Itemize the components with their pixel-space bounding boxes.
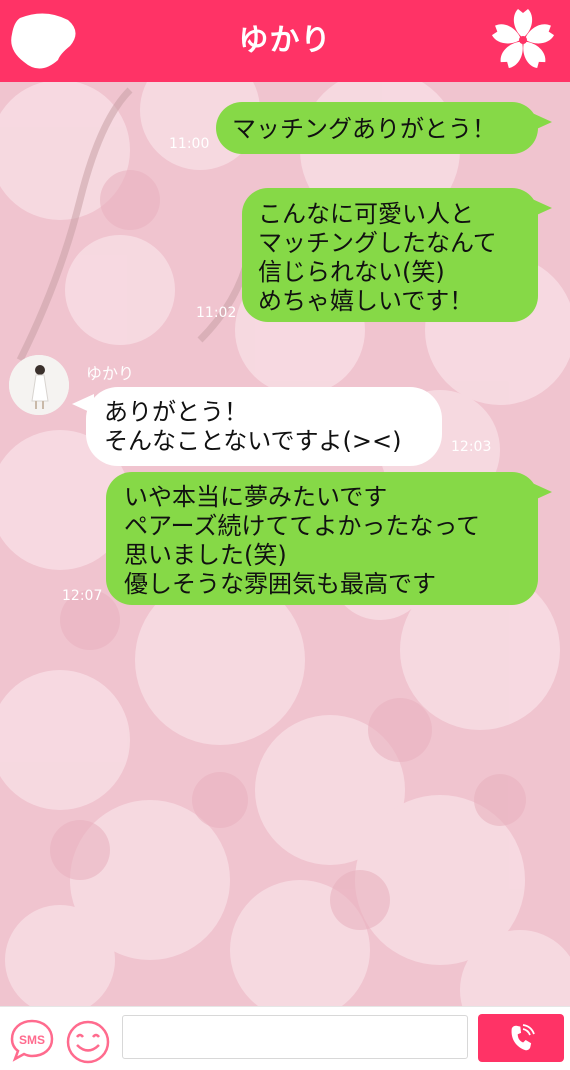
message-text: 信じられない(笑) <box>258 258 445 286</box>
message-input[interactable] <box>122 1015 468 1059</box>
bubble-tail <box>530 112 552 132</box>
message-text: めちゃ嬉しいです！ <box>258 287 474 315</box>
bubble-tail <box>530 198 552 218</box>
sms-icon: SMS <box>10 1019 54 1062</box>
message-time: 11:00 <box>169 136 210 152</box>
message-time: 12:07 <box>62 588 103 604</box>
emoji-button[interactable] <box>66 1020 110 1064</box>
message-text: 思いました(笑) <box>124 541 287 569</box>
message-text: こんなに可愛い人と <box>258 200 474 228</box>
phone-icon <box>511 1024 535 1051</box>
message-text: 優しそうな雰囲気も最高です <box>124 570 436 598</box>
message-text: そんなことないですよ(><) <box>104 427 402 455</box>
chat-title: ゆかり <box>238 23 332 58</box>
smile-icon <box>66 1020 110 1064</box>
sent-message-bubble: いや本当に夢みたいです ペアーズ続けててよかったなって 思いました(笑) 優しそ… <box>106 472 538 605</box>
message-text: マッチングしたなんて <box>258 229 497 257</box>
message-text: マッチングありがとう！ <box>232 115 496 143</box>
profile-photo <box>9 355 69 415</box>
message-time: 11:02 <box>196 305 237 321</box>
avatar[interactable] <box>9 355 69 415</box>
message-text: ペアーズ続けててよかったなって <box>124 512 481 540</box>
chat-header: ゆかり <box>0 0 570 82</box>
message-composer: SMS <box>0 1006 570 1070</box>
sms-label: SMS <box>19 1033 45 1047</box>
message-text: ありがとう！ <box>104 398 248 426</box>
call-button[interactable] <box>478 1014 564 1062</box>
sent-message-bubble: マッチングありがとう！ <box>216 102 538 154</box>
sms-button[interactable]: SMS <box>9 1017 55 1063</box>
sakura-icon[interactable] <box>490 7 556 73</box>
message-time: 12:03 <box>451 439 492 455</box>
received-message-bubble: ありがとう！ そんなことないですよ(><) <box>86 387 442 466</box>
sent-message-bubble: こんなに可愛い人と マッチングしたなんて 信じられない(笑) めちゃ嬉しいです！ <box>242 188 538 322</box>
message-text: いや本当に夢みたいです <box>124 483 388 511</box>
sender-name: ゆかり <box>86 364 135 383</box>
bubble-tail <box>530 482 552 502</box>
